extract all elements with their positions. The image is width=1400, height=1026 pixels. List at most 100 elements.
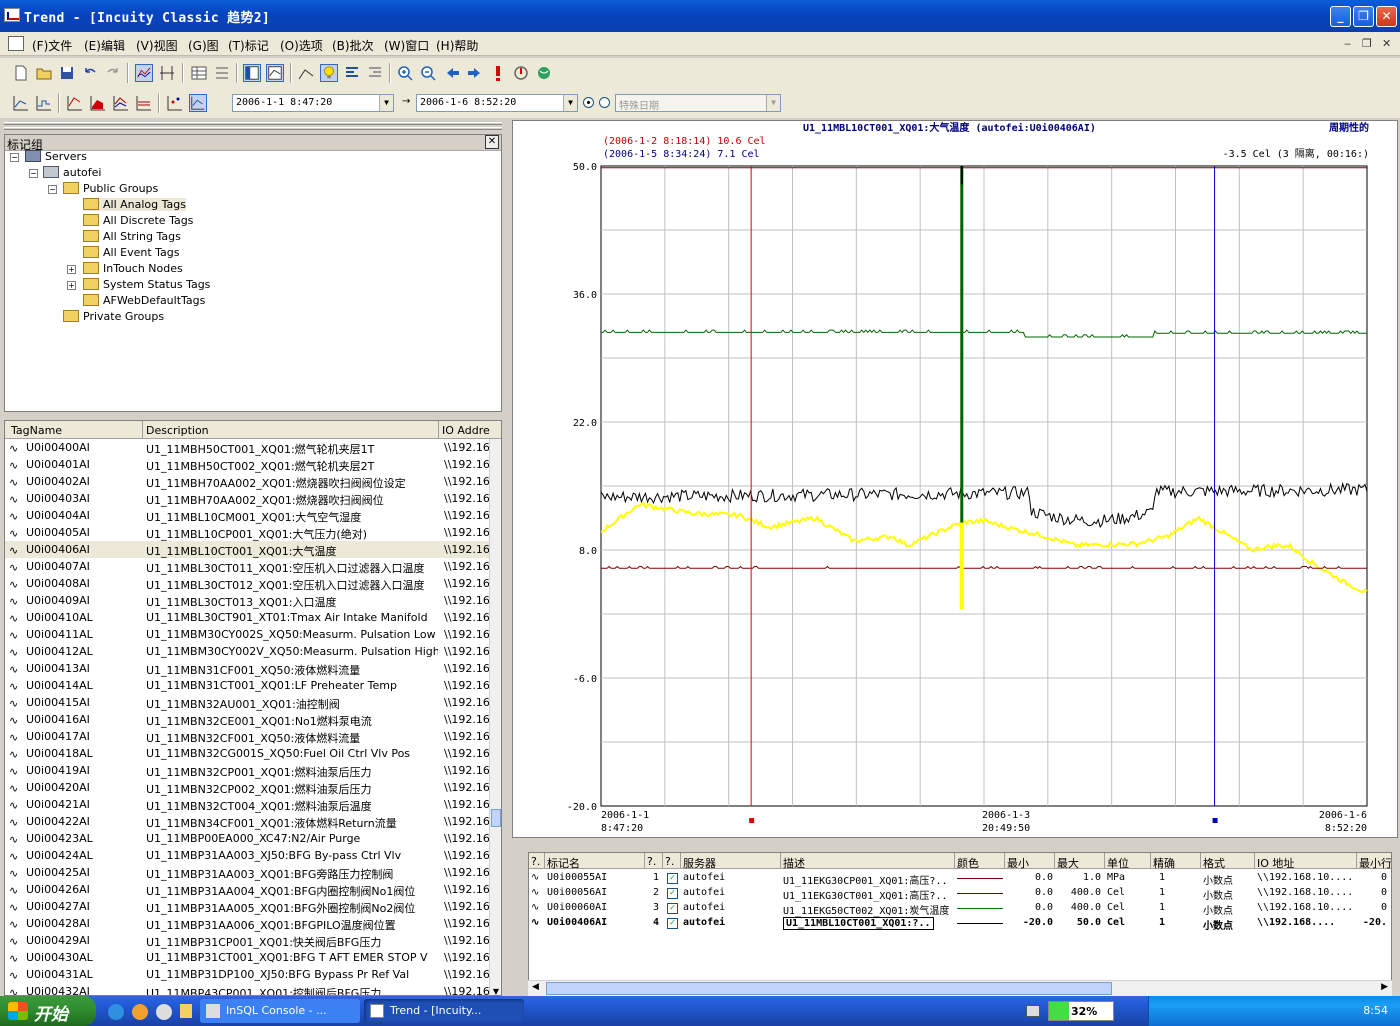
pen-column-header[interactable]: ?. [665, 855, 674, 868]
column-tagname[interactable]: TagName [11, 424, 62, 437]
menu-window[interactable]: (W)窗口 [384, 37, 429, 54]
end-time-field[interactable]: 2006-1-6 8:52:20 ▼ [416, 94, 578, 112]
mdi-minimize-button[interactable]: ‒ [1344, 37, 1351, 50]
trend-chart-icon[interactable] [135, 64, 153, 82]
tree-expander[interactable]: + [67, 281, 76, 290]
line-style-icon[interactable] [297, 64, 315, 82]
pan-right-icon[interactable] [466, 64, 484, 82]
column-description[interactable]: Description [146, 424, 209, 437]
tag-row[interactable]: ∿ U0i00409AI U1_11MBL30CT013_XQ01:入口温度 \\19… [5, 592, 491, 609]
folder-icon[interactable] [180, 1004, 192, 1018]
pen-row[interactable]: ∿ U0i00060AI 3 ✓ autofei U1_11EKG50CT002_XQ01… [529, 901, 1391, 917]
tree-expander[interactable]: − [48, 185, 57, 194]
pen-column-header[interactable]: 最大 [1057, 855, 1079, 871]
trend-stacked-icon[interactable] [135, 94, 153, 112]
pen-column-header[interactable]: 标记名 [547, 855, 580, 871]
tag-row[interactable]: ∿ U0i00421AI U1_11MBN32CT004_XQ01:燃料油泵后温度 \… [5, 796, 491, 813]
tag-row[interactable]: ∿ U0i00420AI U1_11MBN32CP002_XQ01:燃料油泵后压力 \… [5, 779, 491, 796]
globe-icon[interactable] [535, 64, 553, 82]
redo-icon[interactable] [104, 64, 122, 82]
pen-row[interactable]: ∿ U0i00056AI 2 ✓ autofei U1_11EKG30CT001_XQ01… [529, 886, 1391, 902]
tree-node-servers[interactable]: Servers [25, 150, 87, 163]
pen-column-header[interactable]: 最小 [1007, 855, 1029, 871]
tree-expander[interactable]: − [10, 153, 19, 162]
tag-row[interactable]: ∿ U0i00405AI U1_11MBL10CP001_XQ01:大气压力(绝对)… [5, 524, 491, 541]
pen-column-header[interactable]: 格式 [1203, 855, 1225, 871]
layout-chart-icon[interactable] [266, 64, 284, 82]
tag-row[interactable]: ∿ U0i00403AI U1_11MBH70AA002_XQ01:燃烧器吹扫阀阀位… [5, 490, 491, 507]
scroll-left-icon[interactable]: ◀ [532, 982, 539, 992]
tree-node-all-string-tags[interactable]: All String Tags [83, 230, 181, 243]
keyboard-icon[interactable] [1026, 1005, 1040, 1017]
zoom-out-icon[interactable] [419, 64, 437, 82]
start-button[interactable]: 开始 [0, 996, 96, 1026]
pen-color-swatch[interactable] [957, 923, 1003, 924]
tag-row[interactable]: ∿ U0i00411AL U1_11MBM30CY002S_XQ50:Measurm… [5, 626, 491, 643]
alarm-limits-icon[interactable] [512, 64, 530, 82]
tag-row[interactable]: ∿ U0i00424AL U1_11MBP31AA003_XJ50:BFG By-p… [5, 847, 491, 864]
menu-options[interactable]: (O)选项 [280, 37, 323, 54]
pen-description[interactable]: U1_11MBL10CT001_XQ01:?.. [783, 917, 934, 930]
mdi-restore-button[interactable]: ❐ [1362, 37, 1372, 50]
align-left-icon[interactable] [343, 64, 361, 82]
pen-column-header[interactable]: 描述 [783, 855, 805, 871]
radio-special-date[interactable] [599, 97, 610, 108]
trend-area-icon[interactable] [89, 94, 107, 112]
pen-color-swatch[interactable] [957, 908, 1003, 909]
tag-row[interactable]: ∿ U0i00406AI U1_11MBL10CT001_XQ01:大气温度 \\19… [5, 541, 491, 558]
radio-end-time[interactable] [583, 97, 594, 108]
pen-table-hscrollbar[interactable]: ◀ ▶ [528, 980, 1392, 996]
menu-edit[interactable]: (E)编辑 [84, 37, 125, 54]
tag-row[interactable]: ∿ U0i00429AI U1_11MBP31CP001_XQ01:快关阀后BFG压… [5, 932, 491, 949]
time-axis-icon[interactable] [189, 94, 207, 112]
menu-help[interactable]: (H)帮助 [436, 37, 478, 54]
battery-indicator[interactable]: 32% [1048, 1001, 1114, 1021]
close-icon[interactable]: ✕ [485, 135, 499, 149]
minimize-button[interactable]: _ [1330, 6, 1351, 27]
pan-left-icon[interactable] [443, 64, 461, 82]
app-icon[interactable] [4, 8, 20, 22]
tag-row[interactable]: ∿ U0i00410AL U1_11MBL30CT901_XT01:Tmax Air… [5, 609, 491, 626]
close-button[interactable]: ✕ [1376, 6, 1397, 27]
tag-row[interactable]: ∿ U0i00404AI U1_11MBL10CM001_XQ01:大气空气湿度 \\… [5, 507, 491, 524]
tag-row[interactable]: ∿ U0i00415AI U1_11MBN32AU001_XQ01:油控制阀 \\19… [5, 694, 491, 711]
new-file-icon[interactable] [12, 64, 30, 82]
tree-node-system-status-tags[interactable]: System Status Tags [83, 278, 210, 291]
alarm-icon[interactable] [489, 64, 507, 82]
messenger-icon[interactable] [132, 1004, 148, 1020]
pen-column-header[interactable]: ?. [531, 855, 540, 868]
tag-row[interactable]: ∿ U0i00430AL U1_11MBP31CT001_XQ01:BFG T AF… [5, 949, 491, 966]
tree-node-intouch-nodes[interactable]: InTouch Nodes [83, 262, 183, 275]
scale-icon[interactable] [213, 64, 231, 82]
ie-icon[interactable] [108, 1004, 124, 1020]
tree-node-all-analog-tags[interactable]: All Analog Tags [83, 198, 186, 211]
chart-type-line-icon[interactable] [12, 94, 30, 112]
tree-expander[interactable]: + [67, 265, 76, 274]
tag-row[interactable]: ∿ U0i00418AL U1_11MBN32CG001S_XQ50:Fuel Oi… [5, 745, 491, 762]
cursor-tool-icon[interactable] [158, 64, 176, 82]
tag-row[interactable]: ∿ U0i00419AI U1_11MBN32CP001_XQ01:燃料油泵后压力 \… [5, 762, 491, 779]
pen-column-header[interactable]: IO 地址 [1257, 855, 1294, 871]
pen-color-swatch[interactable] [957, 878, 1003, 879]
special-date-field[interactable]: 特殊日期 ▼ [615, 94, 781, 112]
tag-list-scrollbar[interactable]: ▼ [489, 439, 501, 995]
tree-node-private-groups[interactable]: Private Groups [63, 310, 164, 323]
menu-file[interactable]: (F)文件 [32, 37, 72, 54]
tree-node-all-discrete-tags[interactable]: All Discrete Tags [83, 214, 193, 227]
highlight-bulb-icon[interactable] [320, 64, 338, 82]
layout-tree-icon[interactable] [243, 64, 261, 82]
tag-row[interactable]: ∿ U0i00413AI U1_11MBN31CF001_XQ50:液体燃料流量 \\… [5, 660, 491, 677]
tag-row[interactable]: ∿ U0i00427AI U1_11MBP31AA005_XQ01:BFG外圈控制阀… [5, 898, 491, 915]
tree-node-autofei[interactable]: autofei [43, 166, 101, 179]
trend-chart[interactable]: 50.0 36.0 22.0 8.0 -6.0 -20.0 2006-1-1 8:47:20 2… [512, 120, 1398, 838]
tag-row[interactable]: ∿ U0i00414AL U1_11MBN31CT001_XQ01:LF Prehe… [5, 677, 491, 694]
pen-column-header[interactable]: 服务器 [683, 855, 716, 871]
tag-row[interactable]: ∿ U0i00428AI U1_11MBP31AA006_XQ01:BFGPILO温… [5, 915, 491, 932]
pen-row[interactable]: ∿ U0i00055AI 1 ✓ autofei U1_11EKG30CP001_XQ01… [529, 871, 1391, 887]
start-time-field[interactable]: 2006-1-1 8:47:20 ▼ [232, 94, 394, 112]
quicklaunch-icon[interactable] [156, 1004, 172, 1020]
tag-row[interactable]: ∿ U0i00423AL U1_11MBP00EA000_XC47:N2/Air P… [5, 830, 491, 847]
tree-expander[interactable]: − [29, 169, 38, 178]
tag-row[interactable]: ∿ U0i00432AI U1_11MBP43CP001_XQ01:控制阀后BFG压… [5, 983, 491, 995]
menu-batch[interactable]: (B)批次 [332, 37, 374, 54]
